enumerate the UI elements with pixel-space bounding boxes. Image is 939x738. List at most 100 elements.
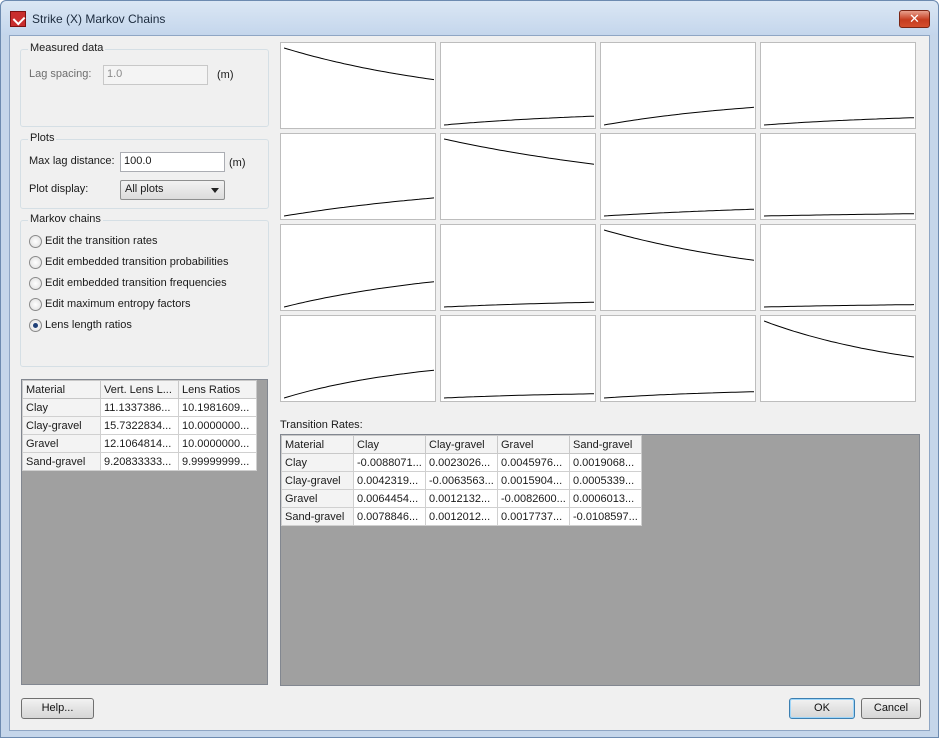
table-cell[interactable]: 0.0015904... xyxy=(497,471,570,490)
column-header[interactable]: Vert. Lens L... xyxy=(100,380,179,399)
markov-chains-group: Markov chains Edit the transition rates E… xyxy=(20,213,269,367)
radio-button[interactable] xyxy=(29,319,42,332)
column-header[interactable]: Material xyxy=(22,380,101,399)
transition-plot-2-2[interactable] xyxy=(440,133,596,220)
plot-series-line xyxy=(764,117,914,126)
table-cell[interactable]: 9.99999999... xyxy=(178,452,257,471)
table-cell[interactable]: -0.0108597... xyxy=(569,507,642,526)
app-logo-icon xyxy=(10,11,26,27)
column-header[interactable]: Clay xyxy=(353,435,426,454)
plot-series-line xyxy=(604,106,754,126)
transition-plot-4-2[interactable] xyxy=(440,315,596,402)
plot-curve-canvas xyxy=(604,229,754,261)
table-cell[interactable]: 0.0045976... xyxy=(497,453,570,472)
dialog-client: Measured data Lag spacing: 1.0 (m) Plots… xyxy=(9,35,930,731)
help-button[interactable]: Help... xyxy=(21,698,94,719)
column-header[interactable]: Clay-gravel xyxy=(425,435,498,454)
table-cell[interactable]: 0.0023026... xyxy=(425,453,498,472)
plot-display-select[interactable]: All plots xyxy=(120,180,225,200)
lens-table-row: Sand-gravel 9.20833333... 9.99999999... xyxy=(22,452,257,471)
plot-series-line xyxy=(444,301,594,308)
plot-series-line xyxy=(284,197,434,217)
plot-display-label: Plot display: xyxy=(29,183,89,195)
plot-curve-canvas xyxy=(764,304,914,308)
table-cell[interactable]: -0.0088071... xyxy=(353,453,426,472)
transition-rates-table: Material Clay Clay-gravel Gravel Sand-gravel… xyxy=(280,434,920,686)
radio-button[interactable] xyxy=(29,235,42,248)
lens-ratio-table: Material Vert. Lens L... Lens Ratios Clay 11… xyxy=(21,379,268,685)
transition-plot-2-1[interactable] xyxy=(280,133,436,220)
table-cell[interactable]: 0.0042319... xyxy=(353,471,426,490)
markov-chains-title: Markov chains xyxy=(28,213,103,225)
transition-plot-1-2[interactable] xyxy=(440,42,596,129)
lag-spacing-input[interactable]: 1.0 xyxy=(103,65,208,85)
header-row: Material Vert. Lens L... Lens Ratios xyxy=(22,380,257,399)
table-cell[interactable]: 0.0019068... xyxy=(569,453,642,472)
column-header[interactable]: Material xyxy=(281,435,354,454)
plot-curve-canvas xyxy=(604,208,754,217)
transition-plot-1-1[interactable] xyxy=(280,42,436,129)
row-header-cell[interactable]: Gravel xyxy=(281,489,354,508)
table-cell[interactable]: 0.0078846... xyxy=(353,507,426,526)
rates-table-row: Clay-gravel 0.0042319... -0.0063563... 0.00… xyxy=(281,471,642,490)
transition-plot-1-4[interactable] xyxy=(760,42,916,129)
lens-table-row: Clay 11.1337386... 10.1981609... xyxy=(22,398,257,417)
plot-series-line xyxy=(284,281,434,308)
plot-curve-canvas xyxy=(764,117,914,126)
table-cell[interactable]: -0.0063563... xyxy=(425,471,498,490)
row-header-cell[interactable]: Sand-gravel xyxy=(281,507,354,526)
chevron-down-icon xyxy=(211,188,219,193)
lens-table-row: Gravel 12.1064814... 10.0000000... xyxy=(22,434,257,453)
row-header-cell[interactable]: Gravel xyxy=(22,434,101,453)
column-header[interactable]: Lens Ratios xyxy=(178,380,257,399)
transition-plot-3-1[interactable] xyxy=(280,224,436,311)
table-cell[interactable]: 9.20833333... xyxy=(100,452,179,471)
radio-button[interactable] xyxy=(29,256,42,269)
transition-plot-4-1[interactable] xyxy=(280,315,436,402)
table-cell[interactable]: 0.0012132... xyxy=(425,489,498,508)
plot-series-line xyxy=(764,320,914,358)
table-cell[interactable]: 10.1981609... xyxy=(178,398,257,417)
row-header-cell[interactable]: Clay xyxy=(22,398,101,417)
plot-curve-canvas xyxy=(284,281,434,308)
plot-curve-canvas xyxy=(444,115,594,126)
row-header-cell[interactable]: Clay-gravel xyxy=(22,416,101,435)
transition-plot-2-4[interactable] xyxy=(760,133,916,220)
transition-plot-4-3[interactable] xyxy=(600,315,756,402)
transition-plot-3-4[interactable] xyxy=(760,224,916,311)
table-cell[interactable]: 12.1064814... xyxy=(100,434,179,453)
transition-plot-3-3[interactable] xyxy=(600,224,756,311)
transition-plot-1-3[interactable] xyxy=(600,42,756,129)
cancel-button[interactable]: Cancel xyxy=(861,698,921,719)
radio-label: Edit embedded transition probabilities xyxy=(45,256,229,268)
radio-button[interactable] xyxy=(29,298,42,311)
table-cell[interactable]: 11.1337386... xyxy=(100,398,179,417)
table-cell[interactable]: 0.0012012... xyxy=(425,507,498,526)
table-cell[interactable]: 15.7322834... xyxy=(100,416,179,435)
dialog-window: Strike (X) Markov Chains ✕ Measured data… xyxy=(0,0,939,738)
measured-data-title: Measured data xyxy=(28,42,106,54)
table-cell[interactable]: 0.0006013... xyxy=(569,489,642,508)
radio-label: Edit the transition rates xyxy=(45,235,158,247)
column-header[interactable]: Gravel xyxy=(497,435,570,454)
table-cell[interactable]: 0.0017737... xyxy=(497,507,570,526)
transition-plot-4-4[interactable] xyxy=(760,315,916,402)
table-cell[interactable]: -0.0082600... xyxy=(497,489,570,508)
transition-plot-3-2[interactable] xyxy=(440,224,596,311)
row-header-cell[interactable]: Clay-gravel xyxy=(281,471,354,490)
lag-spacing-label: Lag spacing: xyxy=(29,68,92,80)
column-header[interactable]: Sand-gravel xyxy=(569,435,642,454)
table-cell[interactable]: 10.0000000... xyxy=(178,416,257,435)
table-cell[interactable]: 10.0000000... xyxy=(178,434,257,453)
radio-button[interactable] xyxy=(29,277,42,290)
ok-button[interactable]: OK xyxy=(789,698,855,719)
max-lag-input[interactable]: 100.0 xyxy=(120,152,225,172)
plot-series-line xyxy=(284,47,434,81)
table-cell[interactable]: 0.0005339... xyxy=(569,471,642,490)
row-header-cell[interactable]: Sand-gravel xyxy=(22,452,101,471)
table-cell[interactable]: 0.0064454... xyxy=(353,489,426,508)
transition-plot-2-3[interactable] xyxy=(600,133,756,220)
row-header-cell[interactable]: Clay xyxy=(281,453,354,472)
close-button[interactable]: ✕ xyxy=(899,10,930,28)
plot-curve-canvas xyxy=(764,320,914,358)
